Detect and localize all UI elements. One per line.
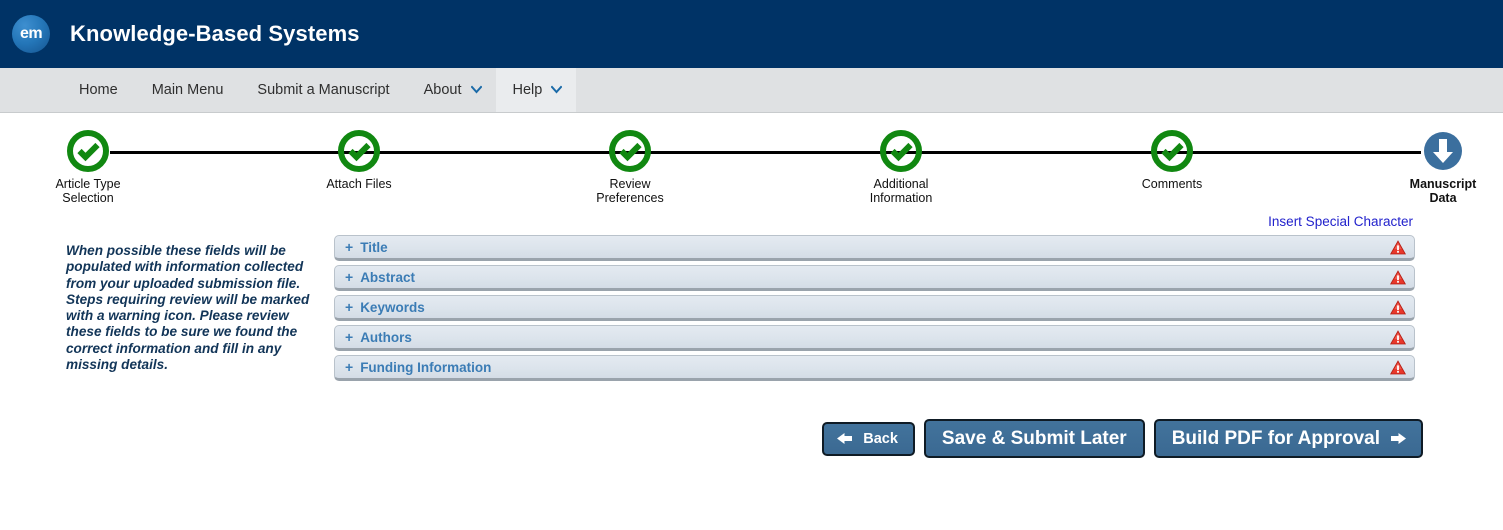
stepper-step-label: Manuscript Data: [1410, 177, 1477, 205]
expand-plus-icon[interactable]: +: [345, 360, 353, 374]
form-action-buttons: Back Save & Submit Later Build PDF for A…: [0, 419, 1503, 458]
nav-item-submit-a-manuscript[interactable]: Submit a Manuscript: [240, 68, 406, 112]
accordion-panel-label: Title: [360, 239, 388, 255]
warning-icon: [1389, 239, 1407, 256]
stepper-step-label: Review Preferences: [596, 177, 663, 205]
page-title: Knowledge-Based Systems: [70, 21, 360, 46]
back-button-label: Back: [863, 430, 898, 447]
warning-icon: [1389, 299, 1407, 316]
insert-special-character-link[interactable]: Insert Special Character: [1268, 214, 1413, 229]
body-columns: When possible these fields will be popul…: [0, 235, 1503, 385]
stepper-step-label: Article Type Selection: [55, 177, 120, 205]
accordion-panel-authors[interactable]: + Authors: [334, 325, 1415, 351]
stepper-step-label-line2: Selection: [62, 191, 114, 205]
nav-item-label: Help: [512, 82, 543, 98]
stepper-step-label-line1: Review: [609, 177, 651, 191]
stepper-step-label-line2: Information: [869, 191, 933, 205]
step-complete-check-icon: [1150, 129, 1194, 173]
main-navigation: Home Main Menu Submit a Manuscript About Hel…: [0, 68, 1503, 113]
accordion-panel-title[interactable]: + Title: [334, 235, 1415, 261]
nav-item-main-menu[interactable]: Main Menu: [135, 68, 241, 112]
expand-plus-icon[interactable]: +: [345, 240, 353, 254]
metadata-accordion: + Title + Abstract + Keywords + Authors + Funding…: [334, 235, 1503, 385]
warning-icon: [1389, 359, 1407, 376]
nav-item-label: Main Menu: [151, 82, 224, 98]
step-complete-check-icon: [608, 129, 652, 173]
warning-icon: [1389, 269, 1407, 286]
stepper-rail: [110, 151, 1421, 154]
chevron-down-icon: [551, 84, 563, 95]
back-button[interactable]: Back: [822, 421, 915, 456]
stepper-step-label-line2: Preferences: [596, 191, 664, 205]
nav-item-about[interactable]: About: [407, 68, 496, 112]
accordion-panel-keywords[interactable]: + Keywords: [334, 295, 1415, 321]
accordion-panel-label: Keywords: [360, 299, 425, 315]
stepper-step-label: Attach Files: [326, 177, 391, 191]
accordion-panel-funding-information[interactable]: + Funding Information: [334, 355, 1415, 381]
arrow-left-icon: [836, 431, 853, 446]
stepper-step-label-line1: Article Type: [55, 177, 121, 191]
chevron-down-icon: [470, 84, 482, 95]
warning-icon: [1389, 329, 1407, 346]
build-pdf-label: Build PDF for Approval: [1171, 427, 1380, 449]
build-pdf-for-approval-button[interactable]: Build PDF for Approval: [1153, 419, 1423, 458]
expand-plus-icon[interactable]: +: [345, 330, 353, 344]
nav-item-help[interactable]: Help: [495, 68, 577, 112]
accordion-panel-label: Authors: [360, 329, 412, 345]
stepper-step-label-line1: Comments: [1141, 177, 1203, 191]
arrow-right-icon: [1390, 431, 1407, 446]
stepper-step-label-line1: Manuscript: [1409, 177, 1477, 191]
accordion-panel-abstract[interactable]: + Abstract: [334, 265, 1415, 291]
step-complete-check-icon: [879, 129, 923, 173]
expand-plus-icon[interactable]: +: [345, 270, 353, 284]
em-logo[interactable]: em: [12, 15, 50, 53]
instructions-text: When possible these fields will be popul…: [66, 243, 310, 373]
site-masthead: em Knowledge-Based Systems: [0, 0, 1503, 68]
nav-item-label: Submit a Manuscript: [257, 82, 390, 98]
stepper-step-label: Comments: [1142, 177, 1202, 191]
nav-item-home[interactable]: Home: [62, 68, 135, 112]
step-complete-check-icon: [66, 129, 110, 173]
step-complete-check-icon: [337, 129, 381, 173]
nav-item-label: About: [423, 82, 462, 98]
special-character-row: Insert Special Character: [0, 213, 1503, 235]
nav-item-label: Home: [79, 82, 118, 98]
main-content: Insert Special Character When possible t…: [0, 213, 1503, 458]
stepper-step-label-line1: Additional: [873, 177, 929, 191]
accordion-panel-label: Abstract: [360, 269, 415, 285]
stepper-step-label-line2: Data: [1429, 191, 1457, 205]
save-and-submit-later-button[interactable]: Save & Submit Later: [923, 419, 1145, 458]
accordion-panel-label: Funding Information: [360, 359, 492, 375]
step-current-down-arrow-icon: [1421, 129, 1465, 173]
stepper-step-label-line1: Attach Files: [326, 177, 392, 191]
submission-progress-stepper: Article Type Selection Attach Files Review P…: [0, 113, 1503, 213]
stepper-step-label: Additional Information: [870, 177, 933, 205]
save-and-submit-later-label: Save & Submit Later: [941, 427, 1127, 449]
expand-plus-icon[interactable]: +: [345, 300, 353, 314]
